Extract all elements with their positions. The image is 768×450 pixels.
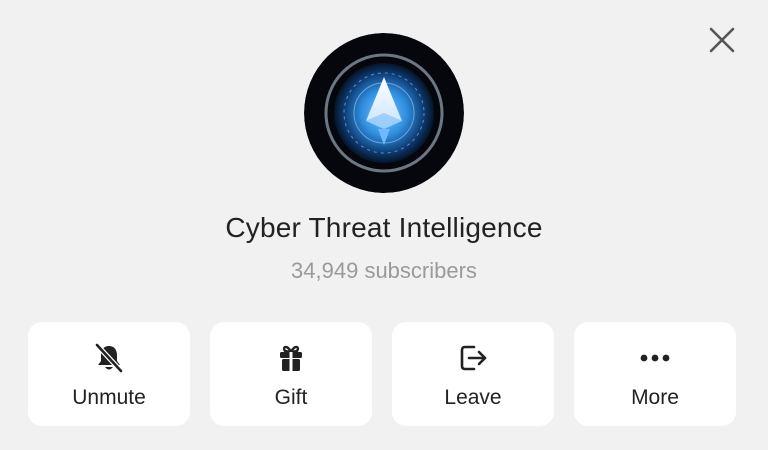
- channel-avatar-icon: [304, 33, 464, 193]
- unmute-button[interactable]: Unmute: [28, 322, 190, 426]
- leave-button[interactable]: Leave: [392, 322, 554, 426]
- bell-muted-icon: [91, 340, 127, 376]
- more-label: More: [631, 386, 679, 409]
- close-icon: [709, 27, 735, 58]
- gift-button[interactable]: Gift: [210, 322, 372, 426]
- channel-avatar[interactable]: [304, 33, 464, 193]
- close-button[interactable]: [702, 22, 742, 62]
- action-bar: Unmute Gift Leave More: [28, 322, 736, 426]
- gift-label: Gift: [274, 386, 308, 409]
- subscriber-count: 34,949 subscribers: [291, 258, 477, 283]
- channel-info-panel: Cyber Threat Intelligence 34,949 subscri…: [0, 0, 768, 450]
- more-dots-icon: [637, 340, 673, 376]
- leave-icon: [455, 340, 491, 376]
- more-button[interactable]: More: [574, 322, 736, 426]
- channel-title: Cyber Threat Intelligence: [225, 212, 543, 243]
- gift-icon: [273, 340, 309, 376]
- leave-label: Leave: [444, 386, 502, 409]
- unmute-label: Unmute: [72, 386, 146, 409]
